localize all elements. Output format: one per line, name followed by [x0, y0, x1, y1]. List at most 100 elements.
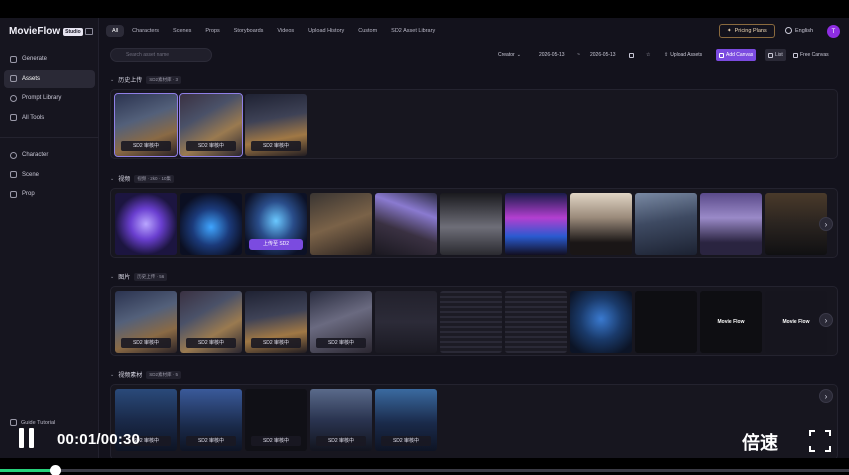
brand[interactable]: MovieFlow Studio [9, 26, 83, 37]
free-canvas-button[interactable]: Free Canvas [790, 49, 832, 61]
section-title: 视频素材 [118, 373, 143, 379]
tab-videos[interactable]: Videos [271, 25, 300, 37]
favorite-button[interactable]: ☆ [643, 49, 653, 61]
asset-thumbnail[interactable]: SD2 审核中 [245, 389, 307, 451]
creator-label: Creator [498, 52, 515, 58]
section-title: 图片 [118, 275, 131, 281]
asset-thumbnail[interactable]: SD2 审核中 [180, 389, 242, 451]
sidebar-item-all-tools[interactable]: All Tools [4, 109, 95, 127]
creator-filter[interactable]: Creator ⌄ [495, 49, 524, 61]
list-view-button[interactable]: List [765, 49, 786, 61]
upload-icon: ⇪ [664, 52, 669, 58]
asset-thumbnail[interactable] [440, 291, 502, 353]
assets-icon [10, 75, 17, 82]
scroll-right-button[interactable]: › [819, 217, 833, 231]
guide-tutorial-link[interactable]: Guide Tutorial [10, 419, 55, 426]
asset-thumbnail[interactable]: SD2 审核中 [114, 93, 178, 157]
book-icon [10, 419, 17, 426]
asset-thumbnail[interactable]: Movie Flow [700, 291, 762, 353]
section-header[interactable]: ⌄ 视频 视频 · 2k0 · 10集 [110, 174, 174, 183]
language-selector[interactable]: English [785, 27, 813, 34]
asset-thumbnail[interactable] [570, 291, 632, 353]
asset-thumbnail[interactable] [505, 291, 567, 353]
sidebar-item-prop[interactable]: Prop [4, 185, 95, 203]
playback-time: 00:01/00:30 [57, 431, 141, 448]
asset-thumbnail[interactable] [375, 291, 437, 353]
review-status-label: SD2 审核中 [316, 436, 366, 446]
star-icon: ☆ [646, 52, 651, 58]
tab-props[interactable]: Props [199, 25, 225, 37]
chevron-down-icon: ⌄ [110, 175, 115, 182]
section-header[interactable]: ⌄ 图片 历史上传 · 56 [110, 272, 168, 281]
brand-badge: Studio [63, 27, 83, 36]
progress-handle[interactable] [50, 465, 62, 475]
review-status-label: SD2 审核中 [251, 338, 301, 348]
section-header[interactable]: ⌄ 历史上传 SD2素材库 · 3 [110, 75, 181, 84]
tab-storyboards[interactable]: Storyboards [228, 25, 270, 37]
sidebar-collapse-icon[interactable] [85, 28, 93, 35]
asset-thumbnail[interactable] [440, 193, 502, 255]
fullscreen-button[interactable] [809, 430, 831, 452]
review-status-label: SD2 审核中 [186, 436, 236, 446]
fullscreen-icon [809, 430, 815, 436]
list-label: List [775, 52, 783, 58]
scroll-right-button[interactable]: › [819, 389, 833, 403]
section-title: 视频 [118, 177, 131, 183]
asset-thumbnail[interactable] [700, 193, 762, 255]
asset-thumbnail[interactable]: SD2 审核中 [245, 291, 307, 353]
tab-upload-history[interactable]: Upload History [302, 25, 350, 37]
pause-button[interactable] [19, 428, 35, 448]
add-canvas-button[interactable]: Add Canvas [716, 49, 757, 61]
bulb-icon [10, 94, 17, 102]
asset-thumbnail[interactable]: SD2 审核中 [375, 389, 437, 451]
sidebar-item-character[interactable]: Character [4, 146, 95, 164]
asset-thumbnail[interactable] [765, 193, 827, 255]
asset-thumbnail[interactable]: SD2 审核中 [179, 93, 243, 157]
brand-name: MovieFlow [9, 26, 61, 37]
asset-thumbnail[interactable] [570, 193, 632, 255]
sidebar-item-scene[interactable]: Scene [4, 166, 95, 184]
date-to-field[interactable]: 2026-05-13 [587, 49, 619, 61]
section-count: 历史上传 · 56 [134, 272, 168, 281]
language-label: English [795, 27, 814, 34]
upload-assets-button[interactable]: ⇪ Upload Assets [661, 49, 705, 61]
sidebar-item-generate[interactable]: Generate [4, 50, 95, 68]
upload-to-sd2-button[interactable]: 上传至 SD2 [249, 239, 303, 250]
tab-characters[interactable]: Characters [126, 25, 165, 37]
avatar[interactable]: T [827, 25, 840, 38]
asset-thumbnail[interactable] [310, 193, 372, 255]
list-icon [768, 52, 773, 58]
calendar-button[interactable] [626, 49, 637, 61]
asset-thumbnail[interactable]: SD2 审核中 [180, 291, 242, 353]
date-from-field[interactable]: 2026-05-13 [536, 49, 568, 61]
sidebar-item-prompt-library[interactable]: Prompt Library [4, 89, 95, 107]
asset-thumbnail[interactable] [505, 193, 567, 255]
scroll-right-button[interactable]: › [819, 313, 833, 327]
chevron-right-icon: › [824, 391, 828, 401]
tab-scenes[interactable]: Scenes [167, 25, 197, 37]
asset-thumbnail[interactable]: 上传至 SD2 [245, 193, 307, 255]
asset-thumbnail[interactable]: SD2 审核中 [245, 94, 307, 156]
asset-thumbnail[interactable] [180, 193, 242, 255]
tab-all[interactable]: All [106, 25, 125, 37]
sidebar-item-assets[interactable]: Assets [4, 69, 95, 88]
generate-icon [10, 55, 17, 63]
review-status-label: SD2 审核中 [121, 141, 171, 151]
asset-thumbnail[interactable]: SD2 审核中 [115, 291, 177, 353]
section-title: 历史上传 [118, 78, 143, 84]
asset-thumbnail[interactable] [635, 291, 697, 353]
asset-thumbnail[interactable] [635, 193, 697, 255]
asset-thumbnail[interactable]: SD2 审核中 [310, 291, 372, 353]
tab-custom[interactable]: Custom [352, 25, 383, 37]
asset-thumbnail[interactable] [115, 193, 177, 255]
asset-thumbnail[interactable]: SD2 审核中 [310, 389, 372, 451]
asset-thumbnail[interactable] [375, 193, 437, 255]
tab-sd2-asset-library[interactable]: SD2 Asset Library [385, 25, 441, 37]
search-input[interactable]: Search asset name [110, 48, 212, 62]
section-header[interactable]: ⌄ 视频素材 SD2素材库 · 5 [110, 370, 181, 379]
pricing-plans-button[interactable]: ✦ Pricing Plans [719, 24, 775, 38]
progress-bar[interactable] [0, 465, 849, 475]
sidebar-item-label: Scene [22, 171, 40, 178]
playback-speed-button[interactable]: 倍速 [742, 429, 778, 455]
asset-thumbnail[interactable]: Movie Flow [765, 291, 827, 353]
